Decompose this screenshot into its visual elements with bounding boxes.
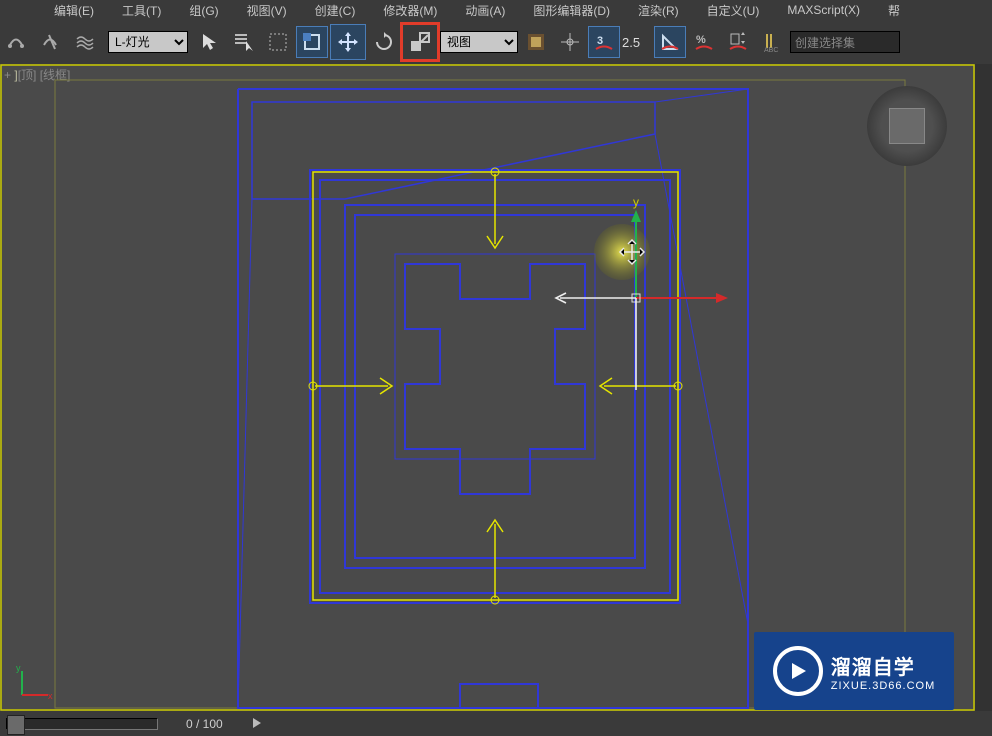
svg-text:x: x bbox=[48, 691, 53, 701]
svg-text:3: 3 bbox=[597, 35, 603, 47]
angle-snap-value: 2.5 bbox=[622, 35, 652, 50]
select-and-rotate-button[interactable] bbox=[368, 26, 400, 58]
angle-snap-button[interactable] bbox=[654, 26, 686, 58]
timeline-forward-button[interactable] bbox=[251, 717, 265, 731]
unlink-icon bbox=[41, 31, 63, 53]
svg-text:y: y bbox=[16, 663, 21, 673]
time-track-bar: 0 / 100 bbox=[0, 711, 992, 736]
bind-spacewarp-button[interactable] bbox=[70, 26, 102, 58]
named-sel-icon: ABC bbox=[761, 31, 783, 53]
cursor-icon bbox=[199, 31, 221, 53]
select-object-button[interactable] bbox=[194, 26, 226, 58]
transform-gizmo[interactable]: y bbox=[556, 195, 728, 390]
ref-coord-system-dropdown[interactable]: 视图 bbox=[440, 31, 518, 53]
pivot-icon bbox=[525, 31, 547, 53]
edit-named-selections-button[interactable]: ABC bbox=[756, 26, 788, 58]
menu-render[interactable]: 渲染(R) bbox=[624, 2, 693, 19]
list-cursor-icon bbox=[233, 31, 255, 53]
menu-help[interactable]: 帮 bbox=[874, 2, 914, 19]
rotate-icon bbox=[373, 31, 395, 53]
spacewarp-icon bbox=[75, 31, 97, 53]
percent-snap-button[interactable]: % bbox=[688, 26, 720, 58]
unlink-button[interactable] bbox=[36, 26, 68, 58]
link-icon bbox=[7, 31, 29, 53]
spinner-snap-icon bbox=[727, 31, 749, 53]
viewport-top[interactable]: + ][顶] [线框] bbox=[0, 64, 975, 711]
main-toolbar: L-灯光 视图 3 2.5 % ABC bbox=[0, 20, 992, 64]
time-slider-knob[interactable] bbox=[7, 715, 25, 735]
frame-indicator: 0 / 100 bbox=[186, 717, 223, 731]
svg-text:ABC: ABC bbox=[764, 47, 778, 53]
select-and-move-button[interactable] bbox=[330, 24, 366, 60]
select-and-scale-button[interactable] bbox=[402, 24, 438, 60]
menu-bar: 编辑(E) 工具(T) 组(G) 视图(V) 创建(C) 修改器(M) 动画(A… bbox=[0, 0, 992, 20]
axis-tripod-icon: y x bbox=[14, 663, 54, 703]
manipulate-icon bbox=[559, 31, 581, 53]
snap-3-icon: 3 bbox=[593, 31, 615, 53]
menu-maxscript[interactable]: MAXScript(X) bbox=[773, 3, 874, 17]
window-crossing-icon bbox=[301, 31, 323, 53]
snap-toggle-button[interactable]: 3 bbox=[588, 26, 620, 58]
select-and-manipulate-button[interactable] bbox=[554, 26, 586, 58]
menu-create[interactable]: 创建(C) bbox=[301, 2, 370, 19]
play-icon bbox=[251, 717, 263, 729]
menu-modify[interactable]: 修改器(M) bbox=[369, 2, 451, 19]
command-panel[interactable] bbox=[975, 64, 992, 711]
selection-region-button[interactable] bbox=[262, 26, 294, 58]
selection-filter-dropdown[interactable]: L-灯光 bbox=[108, 31, 188, 53]
menu-anim[interactable]: 动画(A) bbox=[451, 2, 519, 19]
menu-graph[interactable]: 图形编辑器(D) bbox=[519, 2, 624, 19]
menu-tools[interactable]: 工具(T) bbox=[108, 2, 175, 19]
link-button[interactable] bbox=[2, 26, 34, 58]
menu-edit[interactable]: 编辑(E) bbox=[40, 2, 108, 19]
move-icon bbox=[336, 30, 360, 54]
marquee-icon bbox=[267, 31, 289, 53]
use-pivot-center-button[interactable] bbox=[520, 26, 552, 58]
angle-snap-icon bbox=[659, 31, 681, 53]
menu-view[interactable]: 视图(V) bbox=[233, 2, 301, 19]
percent-snap-icon: % bbox=[693, 31, 715, 53]
time-slider[interactable] bbox=[6, 718, 158, 730]
scale-icon bbox=[408, 30, 432, 54]
select-by-name-button[interactable] bbox=[228, 26, 260, 58]
view-cube[interactable] bbox=[867, 86, 947, 166]
menu-custom[interactable]: 自定义(U) bbox=[693, 2, 774, 19]
viewport-scene-svg: y bbox=[0, 64, 975, 711]
window-crossing-button[interactable] bbox=[296, 26, 328, 58]
view-cube-face-top[interactable] bbox=[889, 108, 925, 144]
named-selection-set-input[interactable] bbox=[790, 31, 900, 53]
menu-group[interactable]: 组(G) bbox=[175, 2, 232, 19]
spinner-snap-button[interactable] bbox=[722, 26, 754, 58]
svg-text:%: % bbox=[696, 34, 706, 46]
gizmo-y-label: y bbox=[633, 195, 639, 209]
